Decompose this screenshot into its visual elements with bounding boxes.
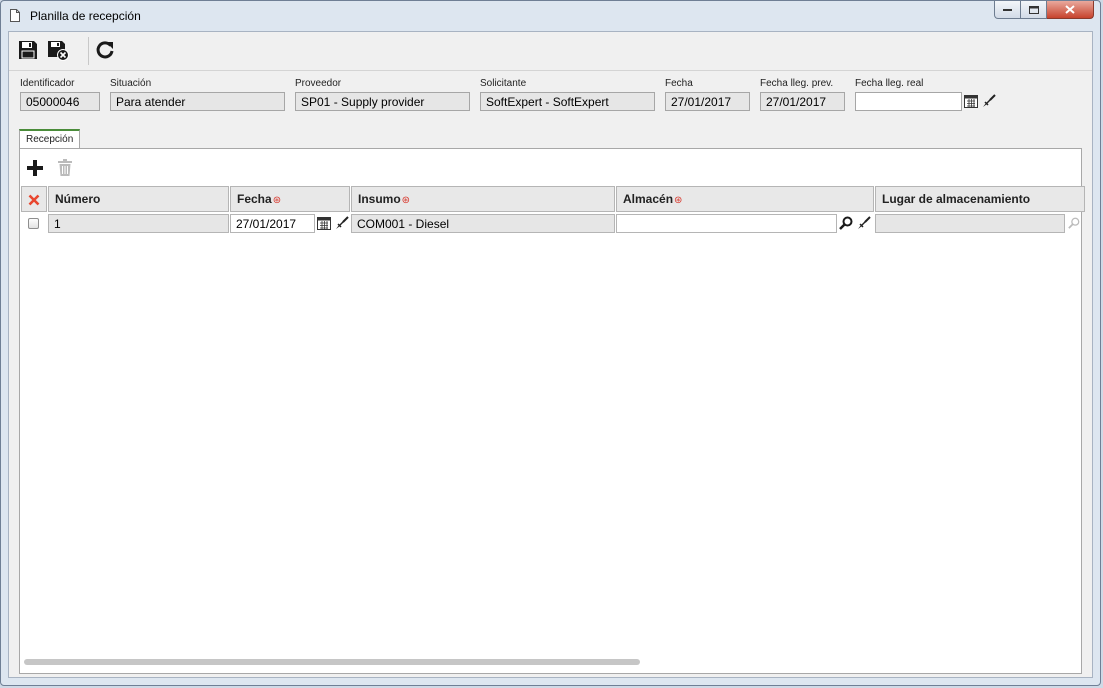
grid-header-almacen[interactable]: Almacén⊛: [616, 186, 874, 212]
search-icon: [838, 216, 852, 230]
eraser-broom-icon: [857, 216, 871, 229]
save-button[interactable]: [16, 38, 40, 62]
refresh-button[interactable]: [93, 38, 117, 62]
cell-fecha-clear-button[interactable]: [333, 214, 350, 232]
grid-header-fecha-label: Fecha: [237, 192, 272, 206]
recepcion-panel: Número Fecha⊛ Insumo⊛ Almacén⊛ Lugar de …: [19, 148, 1085, 674]
maximize-icon: [1028, 5, 1039, 14]
grid-header-lugar-label: Lugar de almacenamiento: [882, 192, 1031, 206]
required-icon: ⊛: [401, 195, 411, 206]
add-row-button[interactable]: [26, 159, 43, 177]
identificador-input: 05000046: [20, 92, 100, 111]
situacion-field: Situación Para atender: [110, 78, 285, 111]
close-button[interactable]: [1047, 1, 1094, 19]
trash-icon: [57, 159, 72, 176]
horizontal-scrollbar[interactable]: [24, 659, 640, 665]
cell-almacen-search-button[interactable]: [837, 214, 854, 232]
grid-header-almacen-label: Almacén: [623, 192, 674, 206]
cell-lugar-input: [875, 214, 1065, 233]
reception-window: Planilla de recepción Identificador 0500…: [0, 0, 1101, 686]
save-icon: [19, 41, 37, 59]
maximize-button[interactable]: [1021, 1, 1047, 19]
grid-header-insumo-label: Insumo: [358, 192, 401, 206]
required-icon: ⊛: [674, 195, 683, 206]
eraser-broom-icon: [335, 216, 349, 229]
fecha-label: Fecha: [665, 78, 693, 89]
title-bar[interactable]: Planilla de recepción: [1, 1, 1100, 31]
row-checkbox[interactable]: [28, 218, 39, 229]
solicitante-input: SoftExpert - SoftExpert: [480, 92, 655, 111]
delete-row-button[interactable]: [56, 159, 73, 177]
fecha-field: Fecha 27/01/2017: [665, 78, 750, 111]
plus-icon: [26, 160, 43, 176]
cell-lugar-search-button[interactable]: [1065, 214, 1082, 232]
refresh-icon: [96, 41, 114, 59]
fecha-real-calendar-button[interactable]: [962, 92, 979, 110]
identificador-label: Identificador: [20, 78, 75, 89]
grid-select-all-header[interactable]: [21, 186, 47, 212]
cell-insumo: COM001 - Diesel: [351, 214, 615, 233]
fecha-prev-field: Fecha lleg. prev. 27/01/2017: [760, 78, 845, 111]
save-close-button[interactable]: [46, 38, 70, 62]
calendar-icon: [963, 95, 978, 108]
fecha-input: 27/01/2017: [665, 92, 750, 111]
grid-header-numero-label: Número: [55, 192, 101, 206]
solicitante-label: Solicitante: [480, 78, 527, 89]
form-client-area: Identificador 05000046 Situación Para at…: [8, 31, 1093, 678]
solicitante-field: Solicitante SoftExpert - SoftExpert: [480, 78, 655, 111]
calendar-icon: [316, 217, 331, 230]
cell-fecha-input[interactable]: 27/01/2017: [230, 214, 315, 233]
fecha-real-clear-button[interactable]: [980, 92, 997, 110]
toolbar: [9, 32, 1092, 71]
search-icon: [1067, 217, 1079, 229]
proveedor-label: Proveedor: [295, 78, 342, 89]
minimize-icon: [1003, 8, 1012, 11]
cell-numero: 1: [48, 214, 229, 233]
identificador-field: Identificador 05000046: [20, 78, 100, 111]
fecha-real-input[interactable]: [855, 92, 962, 111]
eraser-broom-icon: [982, 94, 996, 107]
minimize-button[interactable]: [994, 1, 1021, 19]
grid-header-numero[interactable]: Número: [48, 186, 229, 212]
cell-almacen-clear-button[interactable]: [855, 214, 872, 232]
toolbar-separator: [88, 37, 89, 65]
window-title: Planilla de recepción: [30, 9, 141, 23]
required-icon: ⊛: [272, 195, 282, 206]
cell-fecha-calendar-button[interactable]: [315, 214, 332, 232]
situacion-label: Situación: [110, 78, 152, 89]
fecha-real-field: Fecha lleg. real: [855, 78, 962, 111]
document-icon: [10, 9, 20, 22]
fecha-prev-label: Fecha lleg. prev.: [760, 78, 834, 89]
clear-selection-icon: [28, 194, 40, 206]
proveedor-field: Proveedor SP01 - Supply provider: [295, 78, 470, 111]
fecha-prev-input: 27/01/2017: [760, 92, 845, 111]
grid-header-lugar[interactable]: Lugar de almacenamiento: [875, 186, 1085, 212]
cell-almacen-input[interactable]: [616, 214, 837, 233]
save-close-icon: [48, 40, 69, 61]
close-icon: [1065, 5, 1075, 14]
grid-header-fecha[interactable]: Fecha⊛: [230, 186, 350, 212]
grid-header-insumo[interactable]: Insumo⊛: [351, 186, 615, 212]
fecha-real-label: Fecha lleg. real: [855, 78, 924, 89]
tab-recepcion[interactable]: Recepción: [19, 129, 81, 149]
situacion-input: Para atender: [110, 92, 285, 111]
proveedor-input: SP01 - Supply provider: [295, 92, 470, 111]
